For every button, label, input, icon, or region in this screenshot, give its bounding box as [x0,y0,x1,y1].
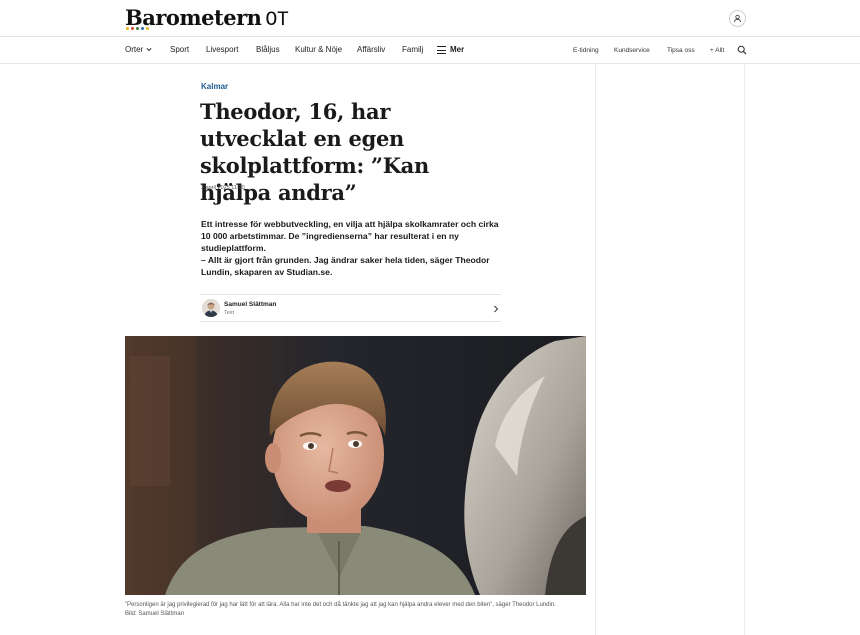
article-kicker[interactable]: Kalmar [201,82,228,91]
author-role: Text [224,310,235,316]
nav-item-mer[interactable]: Mer [450,45,464,54]
nav-link-tipsa-oss[interactable]: Tipsa oss [667,47,695,54]
lead-quote: – Allt är gjort från grunden. Jag ändrar… [201,255,490,277]
nav-item-kultur[interactable]: Kultur & Nöje [295,45,342,54]
chevron-down-icon [146,48,152,52]
author-byline[interactable]: Samuel Slättman Text [200,294,501,322]
nav-item-familj[interactable]: Familj [402,45,423,54]
logo-dot [146,27,149,30]
photo-credit: Bild: Samuel Slättman [125,611,185,617]
right-sidebar [595,64,745,635]
author-avatar [202,299,220,317]
logo-dot [141,27,144,30]
author-name: Samuel Slättman [224,301,277,308]
site-logo[interactable]: Barometern OT [125,5,289,32]
logo-suffix: OT [265,9,289,32]
nav-item-livesport[interactable]: Livesport [206,45,238,54]
article-headline: Theodor, 16, har utvecklat en egen skolp… [200,99,429,205]
top-bar: Barometern OT [0,0,860,37]
article-photo[interactable] [125,336,586,595]
nav-item-sport[interactable]: Sport [170,45,189,54]
caption-text: ”Personligen är jag privilegierad för ja… [125,602,556,608]
nav-link-kundservice[interactable]: Kundservice [614,47,650,54]
photo-caption: ”Personligen är jag privilegierad för ja… [125,601,595,619]
logo-dots [126,27,149,30]
main-nav: Orter Sport Livesport Blåljus Kultur & N… [0,37,860,64]
nav-item-blaljus[interactable]: Blåljus [256,45,280,54]
nav-link-allt[interactable]: + Allt [710,47,724,54]
nav-item-label: Orter [125,45,144,54]
nav-item-affarsliv[interactable]: Affärsliv [357,45,385,54]
user-account-button[interactable] [729,10,746,27]
logo-dot [131,27,134,30]
nav-link-etidning[interactable]: E-tidning [573,47,599,54]
menu-icon[interactable] [437,46,446,54]
nav-item-orter[interactable]: Orter [125,45,152,54]
lead-paragraph: Ett intresse för webbutveckling, en vilj… [201,219,499,253]
article-date: 2 april 2025 11:00 [201,185,245,191]
chevron-right-icon [494,305,499,313]
search-icon[interactable] [737,45,747,55]
article-lead: Ett intresse för webbutveckling, en vilj… [201,218,506,278]
logo-dot [126,27,129,30]
logo-dot [136,27,139,30]
user-icon [734,14,741,23]
